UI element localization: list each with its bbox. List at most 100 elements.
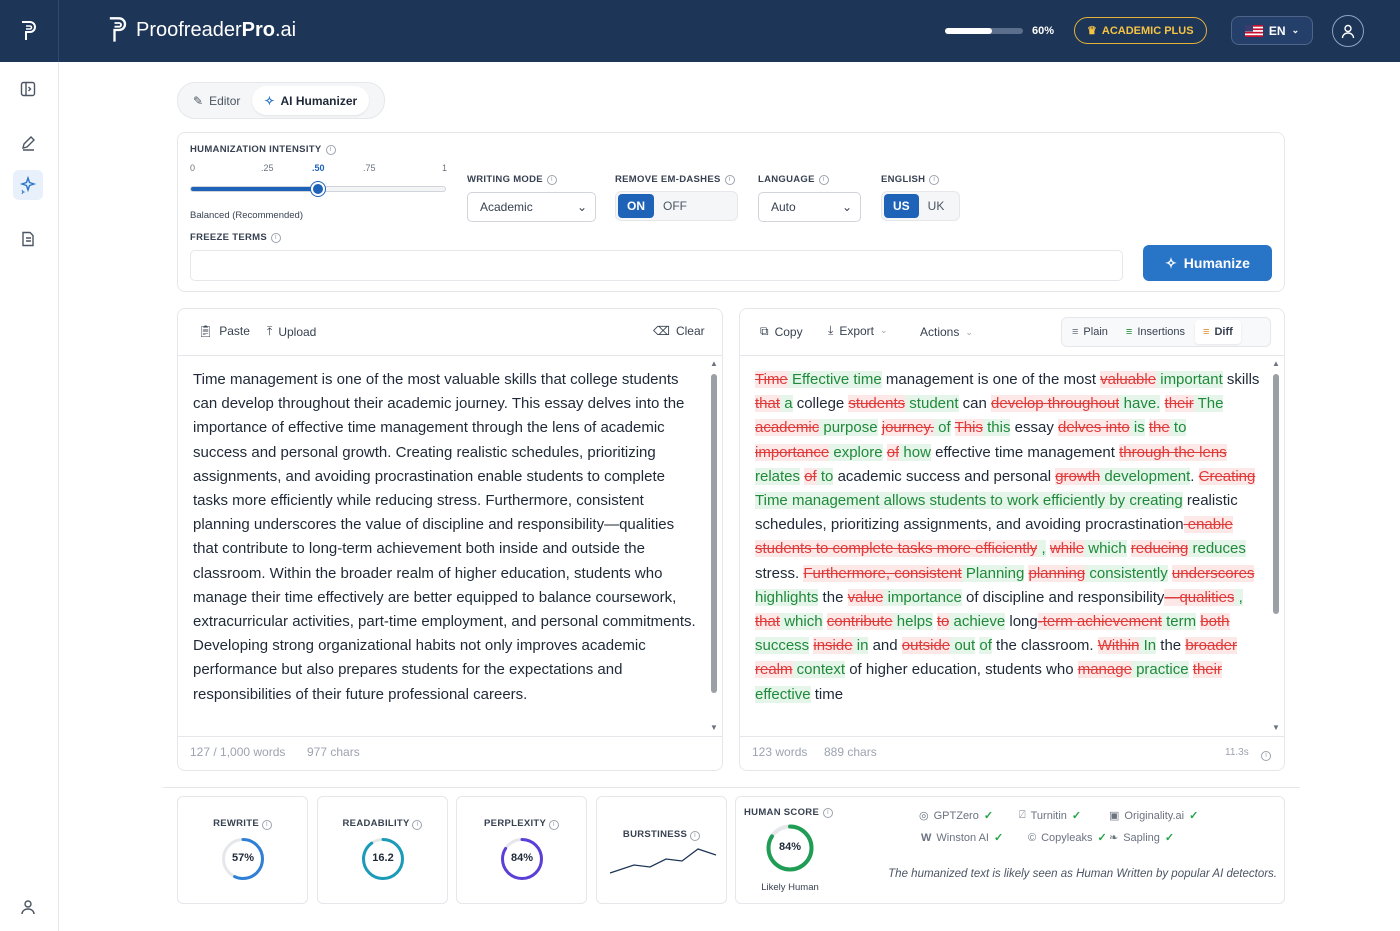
diff-unchanged: effective time management bbox=[930, 443, 1120, 461]
usage-progress-bar bbox=[945, 28, 1023, 34]
turnitin-icon: ⍁ bbox=[1019, 809, 1026, 821]
diff-unchanged: time bbox=[810, 685, 844, 703]
info-icon[interactable]: i bbox=[548, 820, 559, 830]
diff-insertion: out bbox=[950, 637, 976, 655]
diff-icon: ≡ bbox=[1203, 326, 1210, 338]
account-icon[interactable] bbox=[13, 892, 43, 922]
input-text[interactable]: Time management is one of the most valua… bbox=[193, 368, 698, 731]
diff-insertion: , bbox=[1234, 588, 1243, 606]
info-icon[interactable]: i bbox=[724, 174, 735, 185]
upload-button[interactable]: ⤒ Upload bbox=[267, 324, 316, 339]
detector-copyleaks: © Copyleaks ✓ bbox=[1028, 831, 1107, 845]
burstiness-label-text: BURSTINESS bbox=[622, 829, 688, 840]
diff-deletion: the bbox=[1148, 419, 1170, 437]
copy-button[interactable]: ⧉ Copy bbox=[760, 324, 803, 339]
info-icon[interactable]: i bbox=[818, 174, 829, 185]
user-icon bbox=[1341, 24, 1355, 38]
scroll-down-icon[interactable]: ▼ bbox=[710, 723, 718, 732]
plan-badge[interactable]: ♛ ACADEMIC PLUS bbox=[1074, 17, 1207, 44]
intensity-label: HUMANIZATION INTENSITY i bbox=[190, 144, 336, 155]
language-select[interactable]: Auto ⌄ bbox=[758, 192, 861, 222]
info-icon[interactable]: i bbox=[929, 174, 940, 185]
view-diff[interactable]: ≡ Diff bbox=[1195, 320, 1241, 344]
info-icon[interactable]: i bbox=[412, 820, 423, 830]
export-button[interactable]: ⤓ Export ⌄ bbox=[828, 323, 888, 338]
diff-deletion: both bbox=[1200, 613, 1230, 631]
copy-icon: ⧉ bbox=[760, 324, 769, 338]
detector-winston: W Winston AI ✓ bbox=[921, 831, 1003, 845]
divider bbox=[178, 355, 722, 356]
info-icon[interactable]: i bbox=[325, 144, 336, 155]
em-dash-label-text: REMOVE EM-DASHES bbox=[615, 174, 721, 185]
info-icon[interactable]: i bbox=[261, 820, 272, 830]
english-uk[interactable]: UK bbox=[919, 194, 954, 218]
diff-deletion: that bbox=[755, 613, 781, 631]
lines-icon: ≡ bbox=[1125, 326, 1133, 338]
intensity-slider[interactable] bbox=[190, 182, 446, 196]
chevron-down-icon: ⌄ bbox=[841, 200, 852, 214]
document-icon[interactable] bbox=[13, 224, 43, 254]
info-icon[interactable]: i bbox=[270, 232, 281, 243]
user-menu-button[interactable] bbox=[1332, 15, 1364, 47]
em-dash-label: REMOVE EM-DASHES i bbox=[615, 174, 735, 185]
intensity-caption: Balanced (Recommended) bbox=[190, 210, 304, 221]
diff-insertion: how bbox=[899, 443, 931, 461]
diff-insertion: consistently bbox=[1085, 564, 1168, 582]
toggle-sidebar-icon[interactable] bbox=[13, 74, 43, 104]
diff-insertion: effective bbox=[755, 685, 811, 703]
paste-button[interactable]: 📋︎ Paste bbox=[198, 324, 250, 338]
diff-unchanged: . bbox=[1190, 467, 1199, 485]
output-scrollbar[interactable] bbox=[1273, 374, 1279, 614]
app-logo-icon[interactable] bbox=[0, 0, 59, 62]
freeze-terms-input[interactable] bbox=[190, 250, 1123, 281]
diff-unchanged: stress. bbox=[755, 564, 804, 582]
copyleaks-icon: © bbox=[1028, 831, 1037, 844]
scroll-down-icon[interactable]: ▼ bbox=[1272, 723, 1280, 732]
scroll-up-icon[interactable]: ▲ bbox=[710, 359, 718, 368]
info-icon[interactable]: i bbox=[546, 174, 557, 185]
actions-button[interactable]: Actions ⌄ bbox=[920, 325, 973, 339]
humanize-button[interactable]: ✧ Humanize bbox=[1143, 245, 1272, 281]
info-icon[interactable]: i bbox=[823, 807, 834, 818]
upload-icon: ⤒ bbox=[267, 324, 273, 338]
sparkles-icon[interactable] bbox=[13, 170, 43, 200]
em-dash-off[interactable]: OFF bbox=[654, 194, 696, 218]
diff-insertion: important bbox=[1156, 371, 1223, 388]
diff-insertion: is bbox=[1129, 419, 1145, 437]
processing-time: 11.3s bbox=[1225, 747, 1249, 758]
intensity-slider-fill bbox=[191, 187, 318, 191]
output-diff-text[interactable]: Time Effective time management is one of… bbox=[755, 368, 1260, 731]
brand-logo[interactable]: ProofreaderPro.ai bbox=[106, 16, 296, 44]
english-variant-toggle: US UK bbox=[881, 191, 960, 221]
clear-button[interactable]: ⌫ Clear bbox=[653, 324, 705, 338]
intensity-slider-thumb[interactable] bbox=[311, 182, 325, 196]
info-icon[interactable]: i bbox=[690, 831, 701, 841]
view-insertions[interactable]: ≡ Insertions bbox=[1118, 320, 1193, 344]
tick-75: .75 bbox=[363, 163, 376, 173]
diff-deletion: growth bbox=[1055, 467, 1101, 485]
rewrite-label-text: REWRITE bbox=[213, 818, 259, 829]
clipboard-icon: 📋︎ bbox=[198, 324, 214, 338]
perplexity-card: PERPLEXITY i 84% bbox=[456, 796, 587, 904]
diff-deletion: reducing bbox=[1130, 540, 1189, 558]
tab-editor[interactable]: ✎ Editor bbox=[181, 86, 252, 115]
detector-gptzero: ◎ GPTZero ✓ bbox=[919, 809, 993, 823]
diff-insertion: a bbox=[780, 395, 793, 413]
check-icon: ✓ bbox=[1189, 810, 1199, 822]
diff-unchanged: can bbox=[958, 395, 992, 413]
top-bar: ProofreaderPro.ai 60% ♛ ACADEMIC PLUS EN … bbox=[0, 0, 1400, 62]
lines-icon: ≡ bbox=[1072, 326, 1079, 338]
english-us[interactable]: US bbox=[884, 194, 919, 218]
language-selector[interactable]: EN ⌄ bbox=[1231, 16, 1313, 45]
scroll-up-icon[interactable]: ▲ bbox=[1272, 359, 1280, 368]
view-plain[interactable]: ≡ Plain bbox=[1064, 320, 1116, 344]
input-scrollbar[interactable] bbox=[711, 374, 717, 693]
diff-unchanged: of discipline and responsibility bbox=[961, 588, 1165, 606]
em-dash-on[interactable]: ON bbox=[618, 194, 654, 218]
pen-icon[interactable] bbox=[13, 128, 43, 158]
info-icon[interactable]: i bbox=[1261, 746, 1271, 761]
writing-mode-select[interactable]: Academic ⌄ bbox=[467, 192, 596, 222]
detector-name: Originality.ai bbox=[1124, 809, 1185, 822]
diff-insertion: purpose bbox=[819, 419, 878, 437]
tab-ai-humanizer[interactable]: ✧ AI Humanizer bbox=[252, 86, 370, 115]
